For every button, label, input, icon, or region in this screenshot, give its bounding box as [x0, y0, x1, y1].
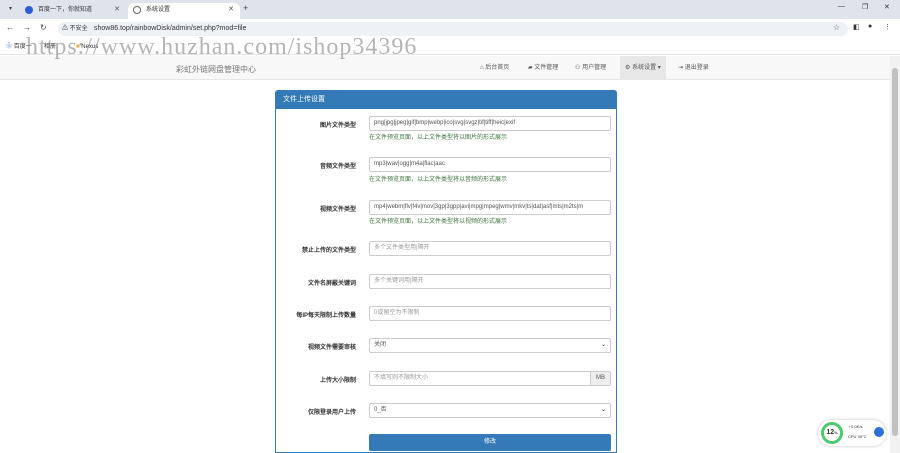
logout-icon: ⇥	[678, 65, 684, 71]
profile-icon[interactable]: ●	[868, 23, 872, 30]
tab-search-icon[interactable]: ▾	[5, 4, 16, 15]
image-types-label: 图片文件类型	[319, 123, 356, 129]
more-menu-icon[interactable]: ⋮	[884, 23, 891, 31]
users-icon: ⚇	[575, 65, 581, 71]
address-toolbar: ← → ↻ ⚠ 不安全 show86.top/rainbowDisk/admin…	[0, 19, 900, 39]
image-types-help: 在文件预览页面，以上文件类型将以图片的形式展示	[369, 135, 508, 141]
fan-icon	[874, 427, 884, 437]
insecure-badge[interactable]: ⚠ 不安全	[62, 24, 88, 34]
new-tab-button[interactable]: +	[243, 3, 248, 13]
forward-icon[interactable]: →	[23, 23, 31, 32]
audio-types-input[interactable]: mp3|wav|ogg|m4a|flac|aac	[369, 157, 611, 172]
globe-favicon-icon	[133, 6, 141, 14]
bookmark-star-icon[interactable]: ☆	[833, 23, 840, 32]
home-icon: ⌂	[480, 65, 484, 71]
bookmark-item[interactable]: 相册	[44, 42, 56, 52]
tab-label: 系统设置	[146, 7, 171, 13]
daily-upload-limit-label: 每IP每天限制上传数量	[296, 313, 356, 319]
back-icon[interactable]: ←	[6, 23, 14, 32]
nav-home[interactable]: ⌂ 后台首页	[475, 56, 514, 80]
baidu-favicon-icon: ❀	[6, 44, 13, 50]
blocked-keywords-label: 文件名屏蔽关键词	[307, 281, 356, 287]
submit-button[interactable]: 修改	[369, 434, 611, 451]
cpu-temperature: CPU 39°C	[848, 434, 867, 439]
size-limit-input[interactable]: 不填写则不限制大小 MB	[369, 371, 611, 386]
sidebar-icon[interactable]: ◧	[853, 23, 860, 31]
login-only-upload-value: 0_否	[374, 407, 387, 413]
size-limit-placeholder: 不填写则不限制大小	[374, 375, 429, 381]
nav-users[interactable]: ⚇ 用户管理	[570, 56, 611, 80]
video-types-input[interactable]: mp4|webm|flv|f4v|mov|3gp|3gpp|avi|mpg|mp…	[369, 200, 611, 215]
page-scrollbar[interactable]	[890, 56, 900, 453]
upload-settings-panel: 文件上传设置 图片文件类型 png|jpg|jpeg|gif|bmp|webp|…	[275, 90, 617, 453]
image-types-input[interactable]: png|jpg|jpeg|gif|bmp|webp|ico|svg|svgz|t…	[369, 116, 611, 131]
tab-label: 百度一下，你就知道	[38, 7, 93, 13]
video-review-label: 视频文件需要审核	[307, 345, 356, 351]
nav-logout[interactable]: ⇥ 退出登录	[673, 56, 714, 80]
audio-types-help: 在文件预览页面，以上文件类型将以音频的形式展示	[369, 177, 508, 183]
login-only-upload-select[interactable]: 0_否 ⌄	[369, 403, 611, 418]
cpu-monitor-widget[interactable]: 12% ↑ 0.0K/s CPU 39°C	[818, 420, 886, 446]
forbidden-types-label: 禁止上传的文件类型	[301, 248, 356, 254]
blocked-keywords-input[interactable]: 多个关键词用|隔开	[369, 274, 611, 289]
folder-icon: ▰	[528, 65, 533, 71]
forbidden-types-input[interactable]: 多个文件类型用|隔开	[369, 241, 611, 256]
reload-icon[interactable]: ↻	[40, 23, 47, 32]
url-text[interactable]: show86.top/rainbowDisk/admin/set.php?mod…	[94, 24, 246, 34]
address-bar[interactable]: ⚠ 不安全 show86.top/rainbowDisk/admin/set.p…	[58, 22, 848, 36]
panel-title: 文件上传设置	[276, 91, 616, 109]
scrollbar-thumb[interactable]	[892, 68, 898, 436]
daily-upload-limit-input[interactable]: 0或留空为不限制	[369, 306, 611, 321]
audio-types-label: 音频文件类型	[319, 164, 356, 170]
bookmark-item[interactable]: ❀ 百度一	[6, 42, 32, 52]
gear-icon: ⚙	[625, 65, 631, 71]
minimize-icon[interactable]: —	[838, 3, 845, 10]
tab-baidu[interactable]: 百度一下，你就知道 ✕	[20, 3, 126, 19]
close-window-icon[interactable]: ✕	[884, 3, 890, 11]
bookmark-item[interactable]: ■ Nexus	[76, 42, 98, 52]
browser-tab-strip: ▾ 百度一下，你就知道 ✕ 系统设置 ✕ + — ❐ ✕	[0, 0, 900, 19]
caret-down-icon: ▾	[657, 65, 661, 71]
close-icon[interactable]: ✕	[228, 3, 234, 17]
tab-system-settings[interactable]: 系统设置 ✕	[128, 3, 240, 19]
nav-files[interactable]: ▰ 文件管理	[523, 56, 563, 80]
chevron-down-icon: ⌄	[600, 342, 606, 348]
size-unit-addon: MB	[590, 372, 610, 385]
close-icon[interactable]: ✕	[114, 3, 120, 17]
video-types-help: 在文件预览页面，以上文件类型将以视频的形式展示	[369, 219, 508, 225]
folder-icon: ■	[76, 44, 80, 50]
size-limit-label: 上传大小限制	[319, 378, 356, 384]
video-types-label: 视频文件类型	[319, 207, 356, 213]
video-review-select[interactable]: 关闭 ⌄	[369, 338, 611, 353]
baidu-favicon-icon	[25, 6, 33, 14]
brand-title[interactable]: 彩虹外链网盘管理中心	[176, 64, 256, 75]
login-only-upload-label: 仅限登录用户上传	[307, 410, 356, 416]
restore-icon[interactable]: ❐	[862, 3, 868, 11]
nav-settings[interactable]: ⚙ 系统设置 ▾	[620, 56, 666, 80]
cpu-usage-ring: 12%	[821, 422, 843, 444]
chevron-down-icon: ⌄	[600, 407, 606, 413]
bookmarks-bar: ❀ 百度一 相册 ■ Nexus	[0, 39, 900, 55]
network-speed: ↑ 0.0K/s	[848, 424, 863, 429]
site-navbar: 彩虹外链网盘管理中心 ⌂ 后台首页 ▰ 文件管理 ⚇ 用户管理 ⚙ 系统设置 ▾…	[0, 56, 890, 80]
video-review-value: 关闭	[374, 342, 387, 348]
